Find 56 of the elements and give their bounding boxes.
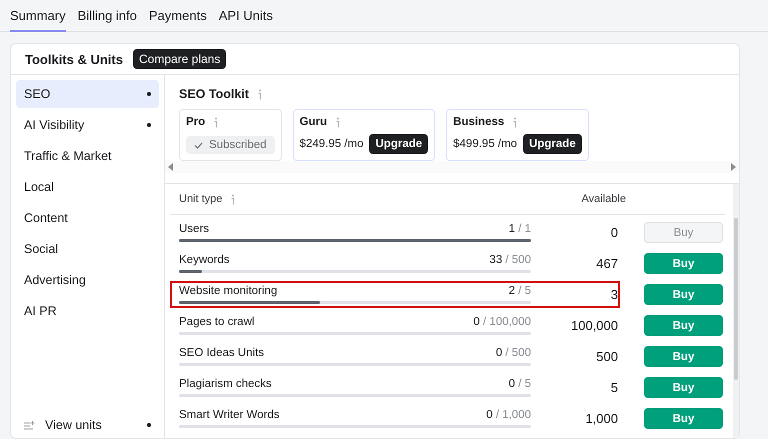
- scroll-right-icon[interactable]: [731, 163, 736, 171]
- info-icon[interactable]: [512, 116, 518, 128]
- sidebar-item[interactable]: Social: [16, 235, 159, 263]
- toolkit-title: SEO Toolkit: [179, 87, 249, 101]
- available-count: 500: [595, 349, 618, 364]
- plan-price: $249.95 /mo: [300, 138, 364, 150]
- available-count: 467: [595, 256, 618, 271]
- sidebar-item[interactable]: Local: [16, 173, 159, 201]
- unit-count: 0 / 100,000: [473, 316, 531, 328]
- upgrade-button[interactable]: Upgrade: [523, 134, 582, 154]
- sidebar-item[interactable]: SEO: [16, 80, 159, 108]
- unit-name: Plagiarism checks: [179, 378, 272, 390]
- available-count: 0: [610, 225, 618, 240]
- info-icon[interactable]: [256, 88, 263, 100]
- column-header: Available: [582, 193, 626, 205]
- unit-count: 0 / 1,000: [486, 409, 531, 421]
- unit-name: Keywords: [179, 254, 230, 266]
- unit-count: 0 / 5: [508, 378, 531, 390]
- info-icon[interactable]: [230, 194, 236, 204]
- view-units-link[interactable]: View units: [45, 418, 137, 432]
- tab[interactable]: Billing info: [78, 0, 137, 32]
- info-icon[interactable]: [335, 116, 342, 128]
- unit-count: 33 / 500: [489, 254, 531, 266]
- unit-name: SEO Ideas Units: [179, 347, 264, 359]
- available-count: 3: [610, 287, 618, 302]
- column-header: Unit type: [179, 193, 222, 205]
- subscribed-badge: Subscribed: [186, 136, 275, 154]
- unit-name: Smart Writer Words: [179, 409, 280, 421]
- plan-name: Business: [453, 116, 504, 128]
- tab[interactable]: Payments: [148, 0, 207, 32]
- tab[interactable]: API Units: [218, 0, 273, 32]
- info-icon[interactable]: [213, 116, 220, 128]
- sidebar-item[interactable]: Content: [16, 204, 159, 232]
- sidebar-item[interactable]: Traffic & Market: [16, 142, 159, 170]
- unit-count: 2 / 5: [508, 285, 531, 297]
- scroll-left-icon[interactable]: [168, 163, 173, 171]
- unit-count: 0 / 500: [496, 347, 531, 359]
- unit-count: 1 / 1: [508, 223, 531, 235]
- plan-name: Pro: [186, 116, 206, 128]
- sidebar-item[interactable]: Advertising: [16, 266, 159, 294]
- plan-price: $499.95 /mo: [453, 138, 518, 150]
- card-title: Toolkits & Units: [25, 52, 123, 66]
- unit-name: Pages to crawl: [179, 316, 254, 328]
- list-plus-icon[interactable]: [24, 420, 35, 430]
- sidebar-item[interactable]: AI Visibility: [16, 111, 159, 139]
- available-count: 1,000: [584, 411, 618, 426]
- tab[interactable]: Summary: [10, 0, 66, 32]
- check-icon: [194, 142, 203, 148]
- unit-name: Users: [179, 223, 210, 235]
- available-count: 100,000: [570, 318, 618, 333]
- unit-name: Website monitoring: [179, 285, 278, 297]
- available-count: 5: [610, 380, 618, 395]
- sidebar-item[interactable]: AI PR: [16, 297, 159, 325]
- upgrade-button[interactable]: Upgrade: [369, 134, 428, 154]
- compare-plans-button[interactable]: Compare plans: [132, 49, 226, 69]
- plan-name: Guru: [300, 116, 328, 128]
